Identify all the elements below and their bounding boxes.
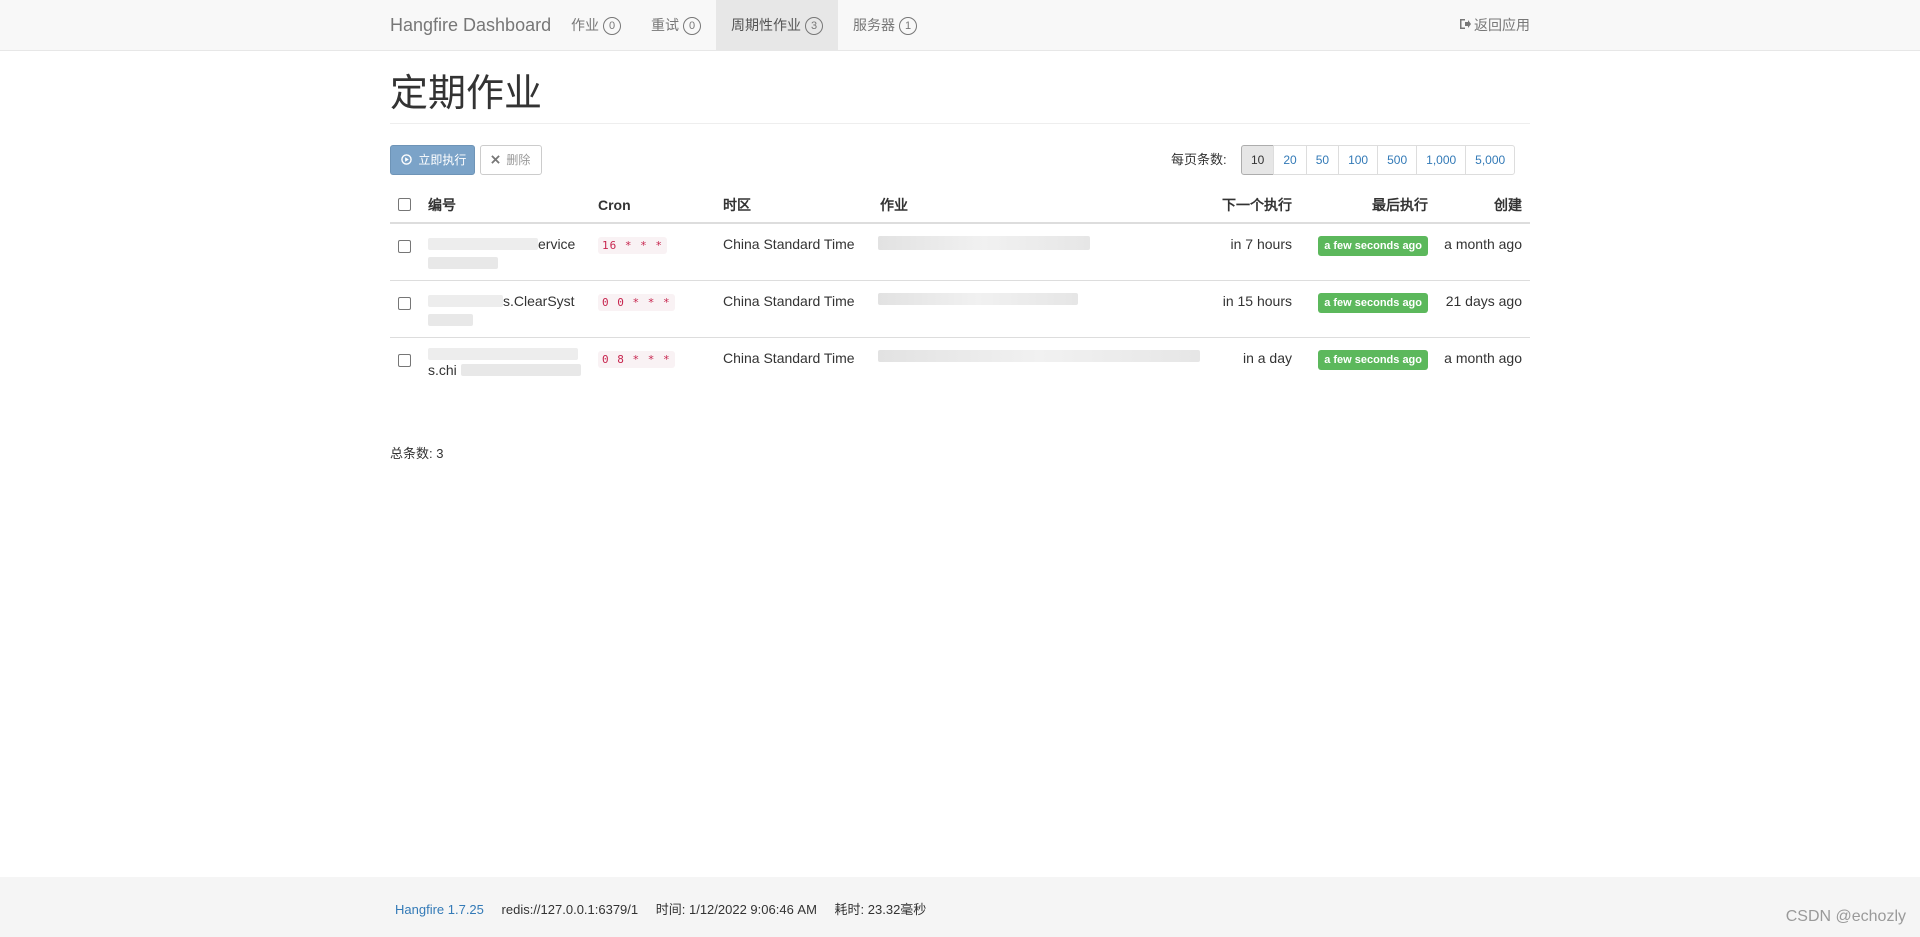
status-badge: a few seconds ago [1318, 293, 1428, 313]
job-id-text: s.chi [428, 362, 457, 378]
delete-label: 删除 [506, 153, 531, 167]
version-link[interactable]: Hangfire 1.7.25 [395, 902, 484, 917]
elapsed-time: 耗时: 23.32毫秒 [834, 902, 927, 917]
last-execution-cell: a few seconds ago [1318, 234, 1428, 256]
recurring-jobs-table: 编号 Cron 时区 作业 下一个执行 最后执行 创建 ervice 16 * … [390, 188, 1530, 408]
nav-item-jobs[interactable]: 作业 0 [556, 0, 636, 50]
created-cell: 21 days ago [1445, 293, 1522, 309]
job-id-link[interactable]: s.ClearSyst [428, 291, 575, 326]
column-header-created: 创建 [1494, 197, 1522, 213]
row-checkbox[interactable] [398, 354, 411, 367]
total-count: 总条数: 3 [390, 446, 444, 461]
table-row: s.ClearSyst 0 0 * * * China Standard Tim… [390, 281, 1530, 338]
page-title: 定期作业 [390, 73, 543, 115]
nav-item-recurring-jobs[interactable]: 周期性作业 3 [716, 0, 838, 50]
nav-item-retries[interactable]: 重试 0 [636, 0, 716, 50]
sign-out-icon [1459, 1, 1471, 51]
job-id-link[interactable]: ervice [428, 234, 575, 269]
timezone-cell: China Standard Time [723, 236, 855, 252]
nav-item-label: 服务器 [853, 17, 895, 33]
delete-button[interactable]: 删除 [480, 145, 542, 175]
last-execution-cell: a few seconds ago [1318, 348, 1428, 370]
per-page-option-1000[interactable]: 1,000 [1416, 145, 1467, 175]
created-cell: a month ago [1444, 236, 1522, 252]
job-method-redacted [878, 293, 1078, 305]
play-circle-icon [401, 153, 415, 167]
per-page-option-50[interactable]: 50 [1305, 145, 1340, 175]
per-page-label: 每页条数: [1171, 152, 1227, 167]
next-execution-cell: in 7 hours [1230, 236, 1292, 252]
job-id-link[interactable]: s.chi [428, 348, 581, 380]
per-page-option-100[interactable]: 100 [1338, 145, 1379, 175]
table-header: 编号 Cron 时区 作业 下一个执行 最后执行 创建 [390, 188, 1530, 224]
created-cell: a month ago [1444, 350, 1522, 366]
job-method-redacted [878, 350, 1200, 362]
redacted-block [428, 348, 578, 360]
status-badge: a few seconds ago [1318, 350, 1428, 370]
title-divider [390, 123, 1530, 124]
nav-item-label: 重试 [651, 17, 679, 33]
per-page-option-10[interactable]: 10 [1241, 145, 1275, 175]
next-execution-cell: in 15 hours [1222, 293, 1292, 309]
select-all-checkbox[interactable] [398, 198, 411, 211]
status-badge: a few seconds ago [1318, 236, 1428, 256]
next-execution-cell: in a day [1242, 350, 1292, 366]
navbar: Hangfire Dashboard 作业 0 重试 0 周期性作业 3 服务器 1 返… [0, 0, 1920, 51]
column-header-last-execution: 最后执行 [1372, 197, 1428, 213]
row-checkbox[interactable] [398, 297, 411, 310]
trigger-now-button[interactable]: 立即执行 [390, 145, 475, 175]
redacted-block [428, 295, 503, 307]
timezone-cell: China Standard Time [723, 293, 855, 309]
job-id-text: ervice [538, 236, 576, 252]
per-page-option-5000[interactable]: 5,000 [1465, 145, 1516, 175]
times-icon [491, 153, 503, 167]
nav-item-servers[interactable]: 服务器 1 [838, 0, 932, 50]
server-time: 时间: 1/12/2022 9:06:46 AM [655, 902, 817, 917]
per-page-option-20[interactable]: 20 [1273, 145, 1307, 175]
column-header-cron: Cron [598, 197, 631, 213]
storage-info: redis://127.0.0.1:6379/1 [501, 902, 639, 917]
job-method-redacted [878, 236, 1090, 250]
cron-expression: 0 8 * * * [598, 348, 675, 370]
column-header-next-execution: 下一个执行 [1222, 197, 1292, 213]
trigger-now-label: 立即执行 [418, 153, 467, 167]
per-page-option-500[interactable]: 500 [1377, 145, 1418, 175]
job-id-text: s.ClearSyst [503, 293, 575, 309]
back-to-app-label: 返回应用 [1474, 17, 1530, 33]
nav-item-label: 周期性作业 [731, 17, 801, 33]
row-checkbox[interactable] [398, 240, 411, 253]
back-to-app-link[interactable]: 返回应用 [1459, 0, 1530, 50]
table-row: s.chi 0 8 * * * China Standard Time in a… [390, 338, 1530, 408]
brand-link[interactable]: Hangfire Dashboard [390, 0, 551, 50]
watermark: CSDN @echozly [1785, 908, 1906, 925]
cron-expression: 16 * * * [598, 234, 667, 256]
count-badge: 3 [805, 17, 823, 35]
count-badge: 0 [603, 17, 621, 35]
redacted-block [428, 257, 498, 269]
count-badge: 0 [683, 17, 701, 35]
column-header-timezone: 时区 [723, 197, 751, 213]
redacted-block [460, 364, 581, 376]
redacted-block [428, 238, 538, 250]
cron-expression: 0 0 * * * [598, 291, 675, 313]
timezone-cell: China Standard Time [723, 350, 855, 366]
footer: Hangfire 1.7.25 redis://127.0.0.1:6379/1… [0, 877, 1920, 937]
table-row: ervice 16 * * * China Standard Time in 7… [390, 224, 1530, 281]
column-header-id: 编号 [428, 197, 456, 213]
main-nav: 作业 0 重试 0 周期性作业 3 服务器 1 [556, 0, 932, 50]
count-badge: 1 [899, 17, 917, 35]
nav-item-label: 作业 [571, 17, 599, 33]
column-header-job: 作业 [880, 197, 908, 213]
per-page-selector: 10 20 50 100 500 1,000 5,000 [1241, 145, 1516, 175]
redacted-block [428, 314, 473, 326]
last-execution-cell: a few seconds ago [1318, 291, 1428, 313]
